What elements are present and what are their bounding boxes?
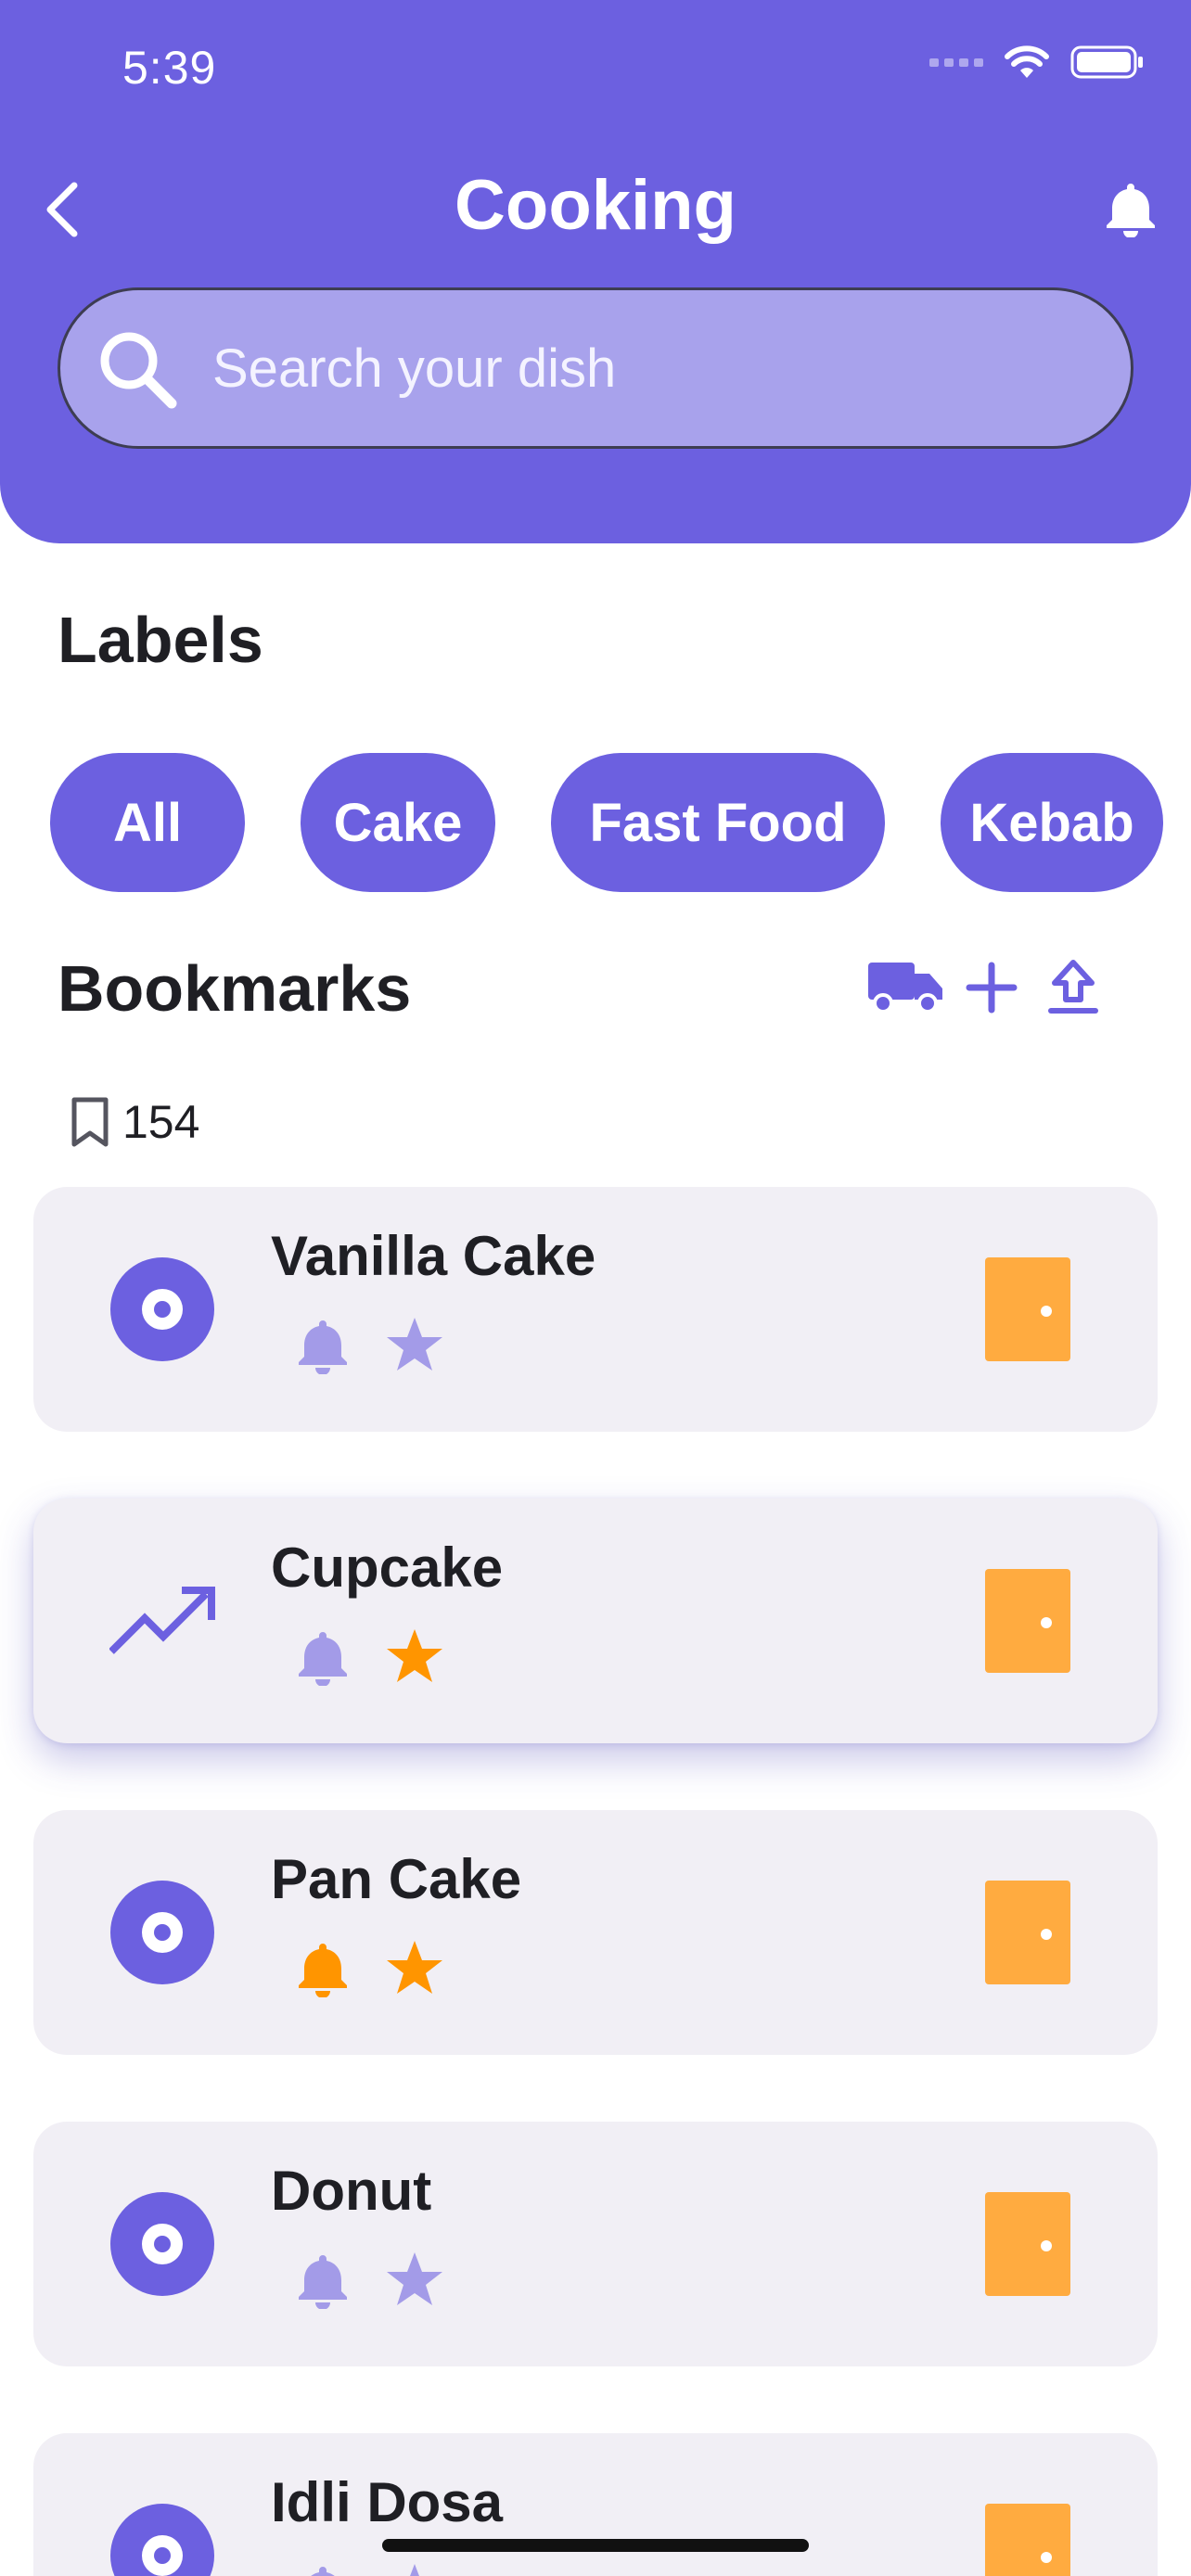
star-icon[interactable] <box>384 2561 445 2576</box>
bookmark-card-pan-cake[interactable]: Pan Cake <box>33 1810 1158 2055</box>
home-indicator[interactable] <box>382 2539 809 2552</box>
bell-icon[interactable] <box>297 1317 349 1374</box>
trending-up-icon <box>109 1568 215 1674</box>
label-chips: All Cake Fast Food Kebab <box>50 753 1191 892</box>
star-icon[interactable] <box>384 1938 445 1997</box>
bookmark-count: 154 <box>65 1094 199 1150</box>
search-icon <box>100 332 177 409</box>
search-bar[interactable] <box>58 287 1133 449</box>
add-button[interactable] <box>959 955 1024 1020</box>
bookmark-name: Idli Dosa <box>271 2471 504 2533</box>
upload-icon <box>1048 960 1098 1014</box>
search-input[interactable] <box>212 290 1103 446</box>
door-icon[interactable] <box>985 2192 1070 2296</box>
bookmark-card-cupcake[interactable]: Cupcake <box>33 1498 1158 1743</box>
disc-icon <box>109 2503 215 2576</box>
bell-icon[interactable] <box>297 2251 349 2309</box>
bookmark-card-idli-dosa[interactable]: Idli Dosa <box>33 2433 1158 2576</box>
truck-icon <box>868 963 942 1014</box>
status-icons <box>929 45 1145 80</box>
door-icon[interactable] <box>985 2504 1070 2576</box>
bookmark-name: Vanilla Cake <box>271 1225 596 1287</box>
door-icon[interactable] <box>985 1569 1070 1673</box>
disc-icon <box>109 1256 215 1362</box>
battery-icon <box>1070 45 1143 79</box>
chip-fast-food[interactable]: Fast Food <box>551 753 885 892</box>
delivery-button[interactable] <box>866 955 946 1020</box>
chip-cake[interactable]: Cake <box>301 753 495 892</box>
page-title: Cooking <box>455 166 736 245</box>
app-header: 5:39 Cooking <box>0 0 1191 543</box>
bell-icon[interactable] <box>297 1628 349 1686</box>
bell-icon[interactable] <box>297 1940 349 1997</box>
notifications-button[interactable] <box>1098 176 1163 241</box>
door-icon[interactable] <box>985 1257 1070 1361</box>
plus-icon <box>966 962 1018 1014</box>
bookmarks-heading: Bookmarks <box>58 952 412 1025</box>
star-icon[interactable] <box>384 1315 445 1374</box>
door-icon[interactable] <box>985 1881 1070 1984</box>
labels-heading: Labels <box>58 604 263 676</box>
signal-icon <box>929 57 983 67</box>
wifi-icon <box>1005 45 1049 78</box>
bookmark-name: Cupcake <box>271 1537 504 1599</box>
chip-kebab[interactable]: Kebab <box>941 753 1163 892</box>
bookmark-card-donut[interactable]: Donut <box>33 2122 1158 2366</box>
bookmark-name: Donut <box>271 2160 432 2222</box>
bookmark-card-vanilla-cake[interactable]: Vanilla Cake <box>33 1187 1158 1432</box>
bell-icon <box>1107 184 1155 237</box>
status-time: 5:39 <box>122 42 217 94</box>
upload-button[interactable] <box>1041 955 1106 1020</box>
bookmark-count-value: 154 <box>122 1096 200 1148</box>
star-icon[interactable] <box>384 1626 445 1686</box>
chip-all[interactable]: All <box>50 753 245 892</box>
disc-icon <box>109 1880 215 1985</box>
star-icon[interactable] <box>384 2250 445 2309</box>
disc-icon <box>109 2191 215 2297</box>
bookmark-name: Pan Cake <box>271 1848 522 1910</box>
bookmark-icon <box>71 1097 109 1147</box>
bell-icon[interactable] <box>297 2563 349 2576</box>
